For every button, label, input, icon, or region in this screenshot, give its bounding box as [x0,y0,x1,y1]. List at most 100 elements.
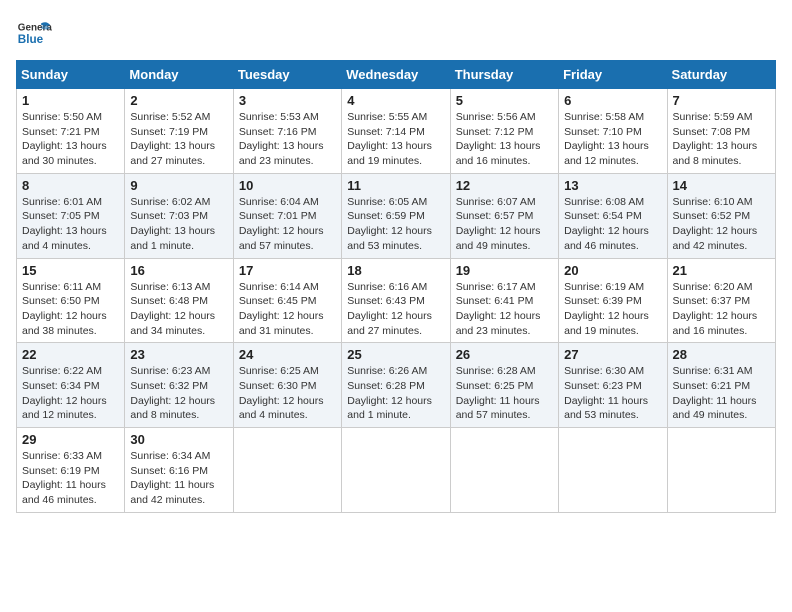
weekday-header-saturday: Saturday [667,61,775,89]
page-header: General Blue [16,16,776,52]
day-info: Sunrise: 6:10 AM Sunset: 6:52 PM Dayligh… [673,195,770,254]
calendar-cell: 28 Sunrise: 6:31 AM Sunset: 6:21 PM Dayli… [667,343,775,428]
calendar-cell: 30 Sunrise: 6:34 AM Sunset: 6:16 PM Dayli… [125,428,233,513]
day-info: Sunrise: 6:04 AM Sunset: 7:01 PM Dayligh… [239,195,336,254]
day-info: Sunrise: 6:16 AM Sunset: 6:43 PM Dayligh… [347,280,444,339]
calendar-cell [559,428,667,513]
day-number: 10 [239,178,336,193]
weekday-header-sunday: Sunday [17,61,125,89]
calendar-cell: 15Sunrise: 6:11 AM Sunset: 6:50 PM Dayli… [17,258,125,343]
calendar-week-3: 15Sunrise: 6:11 AM Sunset: 6:50 PM Dayli… [17,258,776,343]
weekday-header-monday: Monday [125,61,233,89]
calendar-cell: 11 Sunrise: 6:05 AM Sunset: 6:59 PM Dayli… [342,173,450,258]
day-number: 11 [347,178,444,193]
day-number: 23 [130,347,227,362]
day-number: 6 [564,93,661,108]
calendar-cell [667,428,775,513]
logo-icon: General Blue [16,16,52,52]
calendar-cell: 9Sunrise: 6:02 AM Sunset: 7:03 PM Daylig… [125,173,233,258]
day-info: Sunrise: 5:55 AM Sunset: 7:14 PM Dayligh… [347,110,444,169]
calendar-cell: 16 Sunrise: 6:13 AM Sunset: 6:48 PM Dayli… [125,258,233,343]
weekday-header-tuesday: Tuesday [233,61,341,89]
day-number: 3 [239,93,336,108]
day-info: Sunrise: 6:22 AM Sunset: 6:34 PM Dayligh… [22,364,119,423]
calendar-week-5: 29 Sunrise: 6:33 AM Sunset: 6:19 PM Dayli… [17,428,776,513]
calendar-cell [233,428,341,513]
day-info: Sunrise: 6:08 AM Sunset: 6:54 PM Dayligh… [564,195,661,254]
day-info: Sunrise: 6:31 AM Sunset: 6:21 PM Dayligh… [673,364,770,423]
calendar-cell: 24Sunrise: 6:25 AM Sunset: 6:30 PM Dayli… [233,343,341,428]
day-number: 4 [347,93,444,108]
day-number: 17 [239,263,336,278]
day-info: Sunrise: 6:34 AM Sunset: 6:16 PM Dayligh… [130,449,227,508]
calendar-cell: 19 Sunrise: 6:17 AM Sunset: 6:41 PM Dayli… [450,258,558,343]
day-number: 28 [673,347,770,362]
calendar-cell: 4 Sunrise: 5:55 AM Sunset: 7:14 PM Daylig… [342,89,450,174]
day-info: Sunrise: 6:17 AM Sunset: 6:41 PM Dayligh… [456,280,553,339]
calendar-cell: 20 Sunrise: 6:19 AM Sunset: 6:39 PM Dayli… [559,258,667,343]
calendar-cell: 3Sunrise: 5:53 AM Sunset: 7:16 PM Daylig… [233,89,341,174]
day-number: 20 [564,263,661,278]
calendar-cell: 7 Sunrise: 5:59 AM Sunset: 7:08 PM Daylig… [667,89,775,174]
day-number: 29 [22,432,119,447]
day-number: 22 [22,347,119,362]
weekday-header-wednesday: Wednesday [342,61,450,89]
weekday-header-friday: Friday [559,61,667,89]
calendar-cell: 26 Sunrise: 6:28 AM Sunset: 6:25 PM Dayli… [450,343,558,428]
calendar-cell: 5 Sunrise: 5:56 AM Sunset: 7:12 PM Daylig… [450,89,558,174]
day-number: 5 [456,93,553,108]
calendar-cell: 22 Sunrise: 6:22 AM Sunset: 6:34 PM Dayli… [17,343,125,428]
day-info: Sunrise: 6:14 AM Sunset: 6:45 PM Dayligh… [239,280,336,339]
calendar-cell [342,428,450,513]
calendar-cell: 25Sunrise: 6:26 AM Sunset: 6:28 PM Dayli… [342,343,450,428]
weekday-header-thursday: Thursday [450,61,558,89]
day-info: Sunrise: 5:59 AM Sunset: 7:08 PM Dayligh… [673,110,770,169]
day-info: Sunrise: 6:33 AM Sunset: 6:19 PM Dayligh… [22,449,119,508]
day-number: 7 [673,93,770,108]
day-number: 21 [673,263,770,278]
day-number: 19 [456,263,553,278]
calendar-cell: 2 Sunrise: 5:52 AM Sunset: 7:19 PM Daylig… [125,89,233,174]
calendar-cell: 1Sunrise: 5:50 AM Sunset: 7:21 PM Daylig… [17,89,125,174]
day-number: 27 [564,347,661,362]
svg-text:Blue: Blue [18,33,44,46]
day-number: 13 [564,178,661,193]
day-info: Sunrise: 6:05 AM Sunset: 6:59 PM Dayligh… [347,195,444,254]
calendar-cell: 13 Sunrise: 6:08 AM Sunset: 6:54 PM Dayli… [559,173,667,258]
calendar-header-row: SundayMondayTuesdayWednesdayThursdayFrid… [17,61,776,89]
calendar-week-4: 22 Sunrise: 6:22 AM Sunset: 6:34 PM Dayli… [17,343,776,428]
day-number: 1 [22,93,119,108]
day-info: Sunrise: 6:13 AM Sunset: 6:48 PM Dayligh… [130,280,227,339]
day-number: 2 [130,93,227,108]
day-info: Sunrise: 5:52 AM Sunset: 7:19 PM Dayligh… [130,110,227,169]
day-info: Sunrise: 6:01 AM Sunset: 7:05 PM Dayligh… [22,195,119,254]
day-number: 15 [22,263,119,278]
calendar-cell: 6 Sunrise: 5:58 AM Sunset: 7:10 PM Daylig… [559,89,667,174]
day-number: 30 [130,432,227,447]
calendar-cell: 14Sunrise: 6:10 AM Sunset: 6:52 PM Dayli… [667,173,775,258]
calendar-cell: 18 Sunrise: 6:16 AM Sunset: 6:43 PM Dayli… [342,258,450,343]
day-info: Sunrise: 6:19 AM Sunset: 6:39 PM Dayligh… [564,280,661,339]
day-number: 16 [130,263,227,278]
logo: General Blue [16,16,56,52]
calendar-cell: 21 Sunrise: 6:20 AM Sunset: 6:37 PM Dayli… [667,258,775,343]
day-number: 18 [347,263,444,278]
calendar-cell: 29 Sunrise: 6:33 AM Sunset: 6:19 PM Dayli… [17,428,125,513]
day-number: 26 [456,347,553,362]
day-info: Sunrise: 5:58 AM Sunset: 7:10 PM Dayligh… [564,110,661,169]
day-info: Sunrise: 5:56 AM Sunset: 7:12 PM Dayligh… [456,110,553,169]
day-info: Sunrise: 6:20 AM Sunset: 6:37 PM Dayligh… [673,280,770,339]
calendar-cell: 17 Sunrise: 6:14 AM Sunset: 6:45 PM Dayli… [233,258,341,343]
day-info: Sunrise: 6:28 AM Sunset: 6:25 PM Dayligh… [456,364,553,423]
calendar-cell: 12Sunrise: 6:07 AM Sunset: 6:57 PM Dayli… [450,173,558,258]
calendar-cell: 27 Sunrise: 6:30 AM Sunset: 6:23 PM Dayli… [559,343,667,428]
calendar-cell: 10 Sunrise: 6:04 AM Sunset: 7:01 PM Dayli… [233,173,341,258]
day-number: 12 [456,178,553,193]
calendar-cell [450,428,558,513]
day-number: 8 [22,178,119,193]
calendar-cell: 23Sunrise: 6:23 AM Sunset: 6:32 PM Dayli… [125,343,233,428]
calendar-week-2: 8 Sunrise: 6:01 AM Sunset: 7:05 PM Daylig… [17,173,776,258]
calendar-cell: 8 Sunrise: 6:01 AM Sunset: 7:05 PM Daylig… [17,173,125,258]
day-info: Sunrise: 6:30 AM Sunset: 6:23 PM Dayligh… [564,364,661,423]
day-number: 9 [130,178,227,193]
